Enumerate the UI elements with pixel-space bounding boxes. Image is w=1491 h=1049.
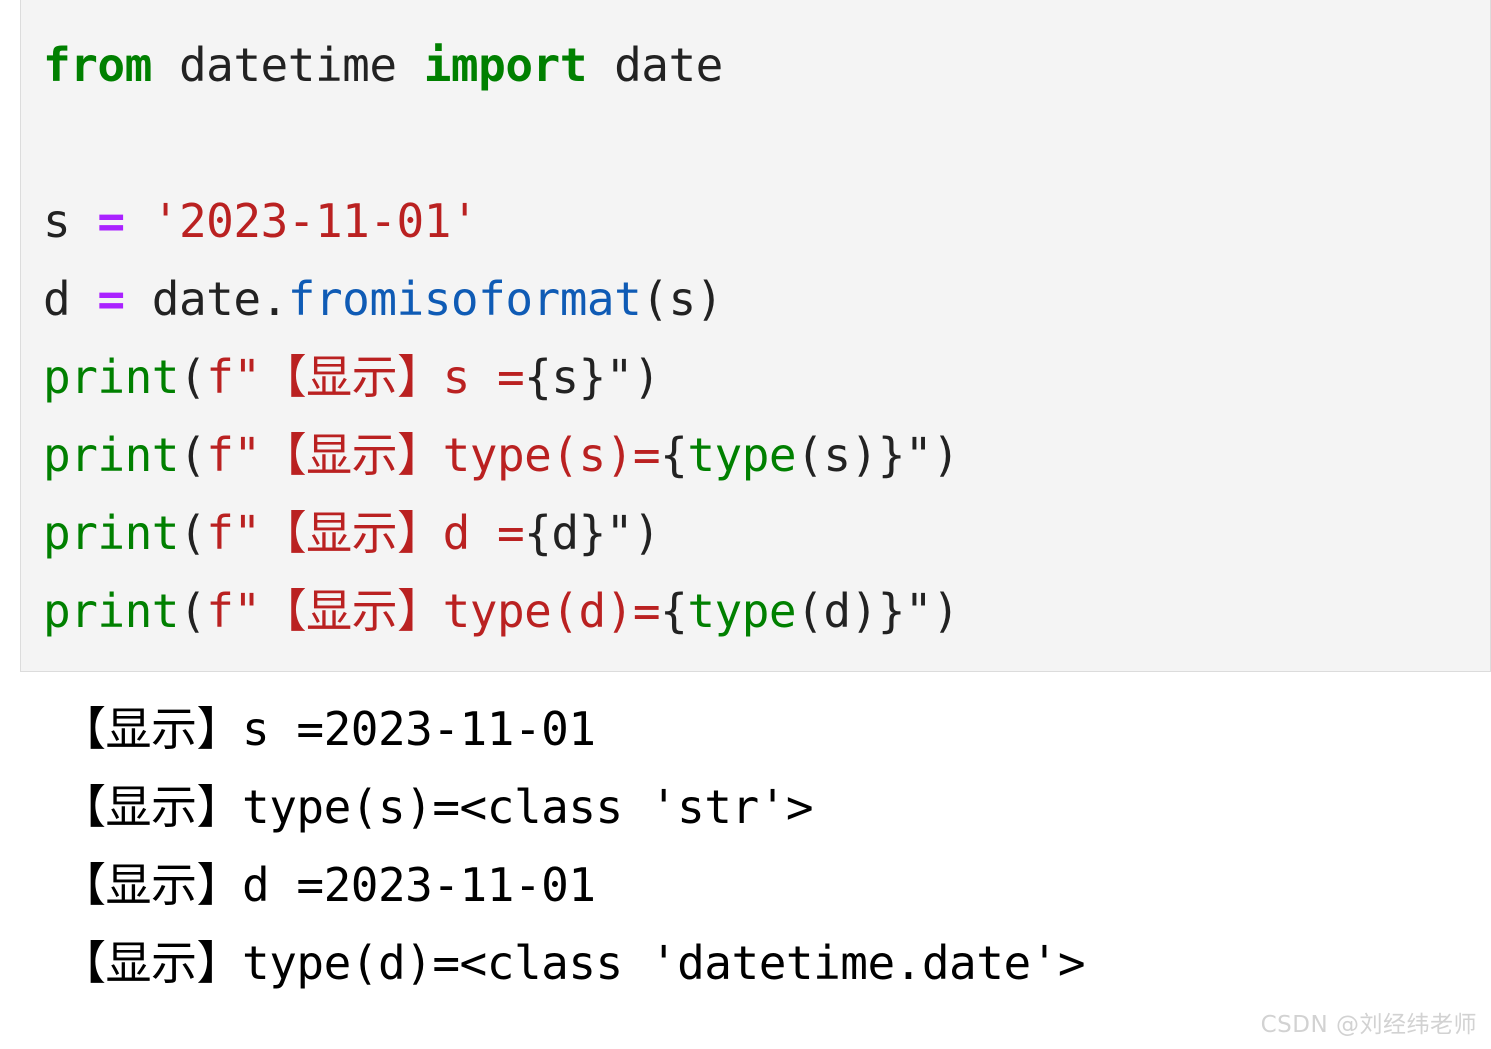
code-token-str: '2023-11-01' [151,194,479,248]
code-line: print(f"【显示】type(d)={type(d)}") [43,572,1490,650]
code-token-plain: datetime [151,38,424,92]
output-line: 【显示】s =2023-11-01 [60,702,596,756]
code-token-punct: } [877,584,906,638]
code-token-plain: s [551,350,579,404]
code-token-builtin: print [43,350,179,404]
code-token-punct: } [578,506,607,560]
code-token-plain: (s) [796,428,878,482]
code-token-builtin: type [687,428,797,482]
code-token-kw: from [43,38,152,92]
code-line: d = date.fromisoformat(s) [43,260,1490,338]
code-token-plain: s [43,194,98,248]
code-token-punct: ( [178,506,207,560]
code-token-op: = [97,272,125,326]
code-line: print(f"【显示】type(s)={type(s)}") [43,416,1490,494]
code-token-punct: } [877,428,906,482]
code-token-punct: ) [632,350,661,404]
code-token-str: f"【显示】s = [206,350,525,404]
code-line: print(f"【显示】s ={s}") [43,338,1490,416]
code-source[interactable]: from datetime import date s = '2023-11-0… [43,26,1490,650]
code-token-punct: (s) [641,272,723,326]
code-token-plain: date [586,38,723,92]
code-token-kw: import [423,38,588,92]
code-line: from datetime import date [43,26,1490,104]
code-token-plain: d [43,272,98,326]
output-line: 【显示】type(d)=<class 'datetime.date'> [60,936,1086,990]
watermark: CSDN @刘经纬老师 [1260,1012,1477,1038]
code-token-punct: ) [632,506,661,560]
output-line: 【显示】type(s)=<class 'str'> [60,780,814,834]
code-token-punct: { [660,428,688,482]
code-cell[interactable]: from datetime import date s = '2023-11-0… [20,0,1491,672]
code-token-punct: { [524,350,552,404]
code-token-punct: ) [932,428,960,482]
code-line: print(f"【显示】d ={d}") [43,494,1490,572]
code-token-punct: { [524,506,552,560]
code-token-plain: (d) [796,584,878,638]
code-token-punct: ( [178,350,207,404]
code-token-punct: " [904,428,933,482]
code-token-str: f"【显示】d = [206,506,525,560]
code-token-op: = [97,194,125,248]
code-token-punct: " [904,584,933,638]
code-token-punct: " [605,506,634,560]
code-token-builtin: print [43,506,179,560]
code-token-plain: date. [124,272,288,326]
code-token-punct: ) [932,584,960,638]
code-token-builtin: print [43,428,179,482]
code-token-punct: ( [178,428,207,482]
code-token-punct: ( [178,584,207,638]
output-line: 【显示】d =2023-11-01 [60,858,596,912]
code-token-str: f"【显示】type(d)= [206,584,661,638]
code-line: s = '2023-11-01' [43,182,1490,260]
code-token-str: f"【显示】type(s)= [206,428,661,482]
code-output-text: 【显示】s =2023-11-01 【显示】type(s)=<class 'str… [60,690,1086,1002]
code-token-plain: d [551,506,579,560]
code-token-punct: } [578,350,607,404]
code-token-punct: { [660,584,688,638]
code-token-builtin: print [43,584,179,638]
code-token-fn: fromisoformat [287,272,642,326]
code-token-builtin: type [687,584,797,638]
code-token-punct: " [605,350,634,404]
